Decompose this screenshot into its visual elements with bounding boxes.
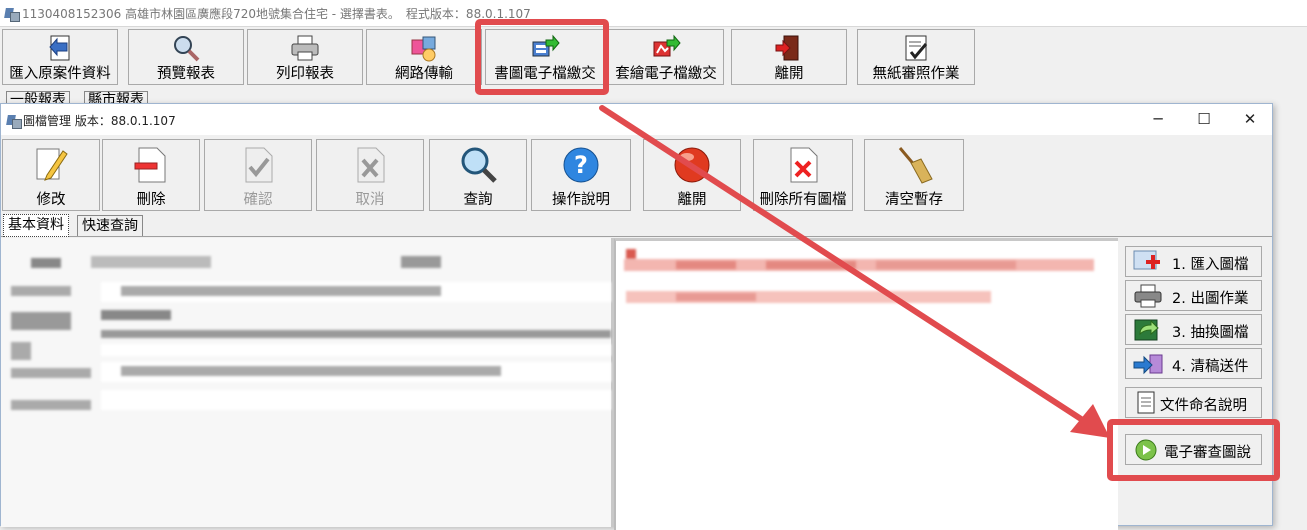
annotation-arrow — [599, 105, 1110, 438]
